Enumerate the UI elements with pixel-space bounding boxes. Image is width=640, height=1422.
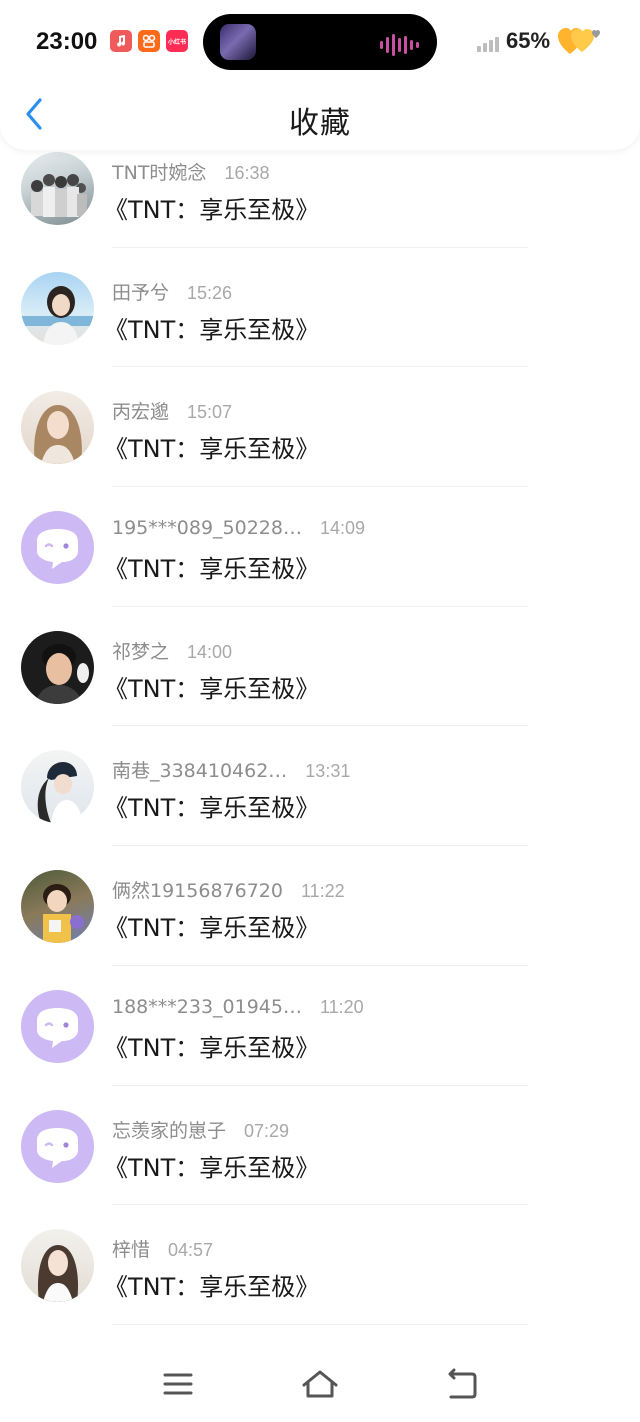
user-name[interactable]: 195***089_50228… — [112, 517, 302, 539]
item-title[interactable]: 《TNT：享乐至极》 — [104, 549, 319, 584]
system-nav-bar — [0, 1346, 640, 1422]
item-time: 14:09 — [319, 518, 366, 539]
item-title[interactable]: 《TNT：享乐至极》 — [104, 429, 319, 464]
menu-button[interactable] — [158, 1364, 198, 1404]
favorites-list: TNT时婉念 16:38 《TNT：享乐至极》 田予兮 15:26 《TNT：享… — [0, 128, 640, 1325]
list-item[interactable]: 梓惜 04:57 《TNT：享乐至极》 — [0, 1205, 640, 1325]
item-title[interactable]: 《TNT：享乐至极》 — [104, 669, 319, 704]
item-time: 15:07 — [187, 402, 233, 423]
video-app-icon — [138, 30, 160, 52]
item-time: 14:00 — [187, 641, 233, 662]
item-meta: 田予兮 15:26 — [112, 278, 232, 305]
default-avatar-icon[interactable] — [21, 511, 94, 585]
item-time: 11:22 — [300, 881, 345, 902]
avatar[interactable] — [21, 271, 94, 345]
status-bar: 23:00 小红书 65% — [0, 0, 640, 84]
page-title: 收藏 — [289, 106, 351, 141]
user-name[interactable]: 188***233_01945… — [112, 996, 302, 1018]
item-time: 07:29 — [244, 1120, 290, 1141]
item-time: 04:57 — [168, 1240, 214, 1261]
item-time: 13:31 — [305, 761, 351, 782]
item-meta: 丙宏邈 15:07 — [112, 397, 232, 424]
user-name[interactable]: 南巷_338410462… — [112, 756, 287, 783]
app-header: 23:00 小红书 65% 收藏 — [0, 0, 640, 150]
item-title[interactable]: 《TNT：享乐至极》 — [104, 1267, 319, 1302]
battery-level: 65% — [506, 28, 551, 53]
item-meta: 南巷_338410462… 13:31 — [112, 756, 350, 783]
xiaohongshu-label: 小红书 — [167, 38, 186, 46]
back-icon — [448, 1368, 477, 1399]
avatar[interactable] — [21, 630, 94, 704]
dynamic-island[interactable] — [203, 14, 437, 70]
item-meta: 梓惜 04:57 — [112, 1235, 213, 1262]
user-name[interactable]: TNT时婉念 — [112, 158, 206, 185]
item-meta: 195***089_50228… 14:09 — [112, 517, 365, 539]
default-avatar-icon[interactable] — [21, 989, 94, 1063]
hearts-battery-icon — [558, 28, 600, 54]
menu-icon — [163, 1373, 193, 1395]
item-title[interactable]: 《TNT：享乐至极》 — [104, 908, 319, 943]
item-time: 11:20 — [319, 996, 364, 1017]
item-meta: 俩然19156876720 11:22 — [112, 876, 345, 903]
avatar[interactable] — [21, 870, 94, 944]
status-time: 23:00 — [36, 28, 98, 55]
item-meta: 忘羡家的崽子 07:29 — [112, 1116, 289, 1143]
user-name[interactable]: 俩然19156876720 — [112, 876, 283, 903]
item-meta: 188***233_01945… 11:20 — [112, 996, 364, 1018]
audio-waveform-icon — [380, 34, 419, 56]
music-app-icon — [110, 30, 132, 52]
item-meta: TNT时婉念 16:38 — [112, 158, 269, 185]
list-item[interactable]: 忘羡家的崽子 07:29 《TNT：享乐至极》 — [0, 1086, 640, 1206]
notification-icons: 小红书 — [110, 30, 188, 52]
list-item[interactable]: 田予兮 15:26 《TNT：享乐至极》 — [0, 248, 640, 368]
signal-icon — [477, 30, 499, 52]
avatar[interactable] — [21, 391, 94, 465]
list-item[interactable]: 195***089_50228… 14:09 《TNT：享乐至极》 — [0, 487, 640, 607]
user-name[interactable]: 祁梦之 — [112, 637, 169, 664]
list-item[interactable]: 俩然19156876720 11:22 《TNT：享乐至极》 — [0, 846, 640, 966]
item-title[interactable]: 《TNT：享乐至极》 — [104, 190, 319, 225]
list-item[interactable]: 南巷_338410462… 13:31 《TNT：享乐至极》 — [0, 726, 640, 847]
back-nav-button[interactable] — [442, 1364, 482, 1404]
list-item[interactable]: 188***233_01945… 11:20 《TNT：享乐至极》 — [0, 966, 640, 1086]
divider — [112, 1323, 528, 1325]
item-meta: 祁梦之 14:00 — [112, 637, 232, 664]
item-title[interactable]: 《TNT：享乐至极》 — [104, 310, 319, 345]
user-name[interactable]: 田予兮 — [112, 278, 169, 305]
user-name[interactable]: 丙宏邈 — [112, 397, 169, 424]
list-item[interactable]: 祁梦之 14:00 《TNT：享乐至极》 — [0, 607, 640, 727]
list-item[interactable]: 丙宏邈 15:07 《TNT：享乐至极》 — [0, 367, 640, 488]
xiaohongshu-icon: 小红书 — [166, 30, 188, 52]
user-name[interactable]: 忘羡家的崽子 — [112, 1116, 226, 1143]
item-title[interactable]: 《TNT：享乐至极》 — [104, 1148, 319, 1183]
home-icon — [302, 1370, 338, 1398]
item-title[interactable]: 《TNT：享乐至极》 — [104, 788, 319, 823]
user-name[interactable]: 梓惜 — [112, 1235, 150, 1262]
avatar[interactable] — [21, 152, 94, 225]
now-playing-album-art — [220, 24, 256, 60]
title-bar: 收藏 — [0, 84, 640, 150]
avatar[interactable] — [21, 750, 94, 824]
item-time: 15:26 — [187, 282, 233, 303]
item-time: 16:38 — [224, 163, 270, 183]
avatar[interactable] — [21, 1229, 94, 1303]
default-avatar-icon[interactable] — [21, 1109, 94, 1183]
home-button[interactable] — [300, 1364, 340, 1404]
item-title[interactable]: 《TNT：享乐至极》 — [104, 1028, 319, 1063]
